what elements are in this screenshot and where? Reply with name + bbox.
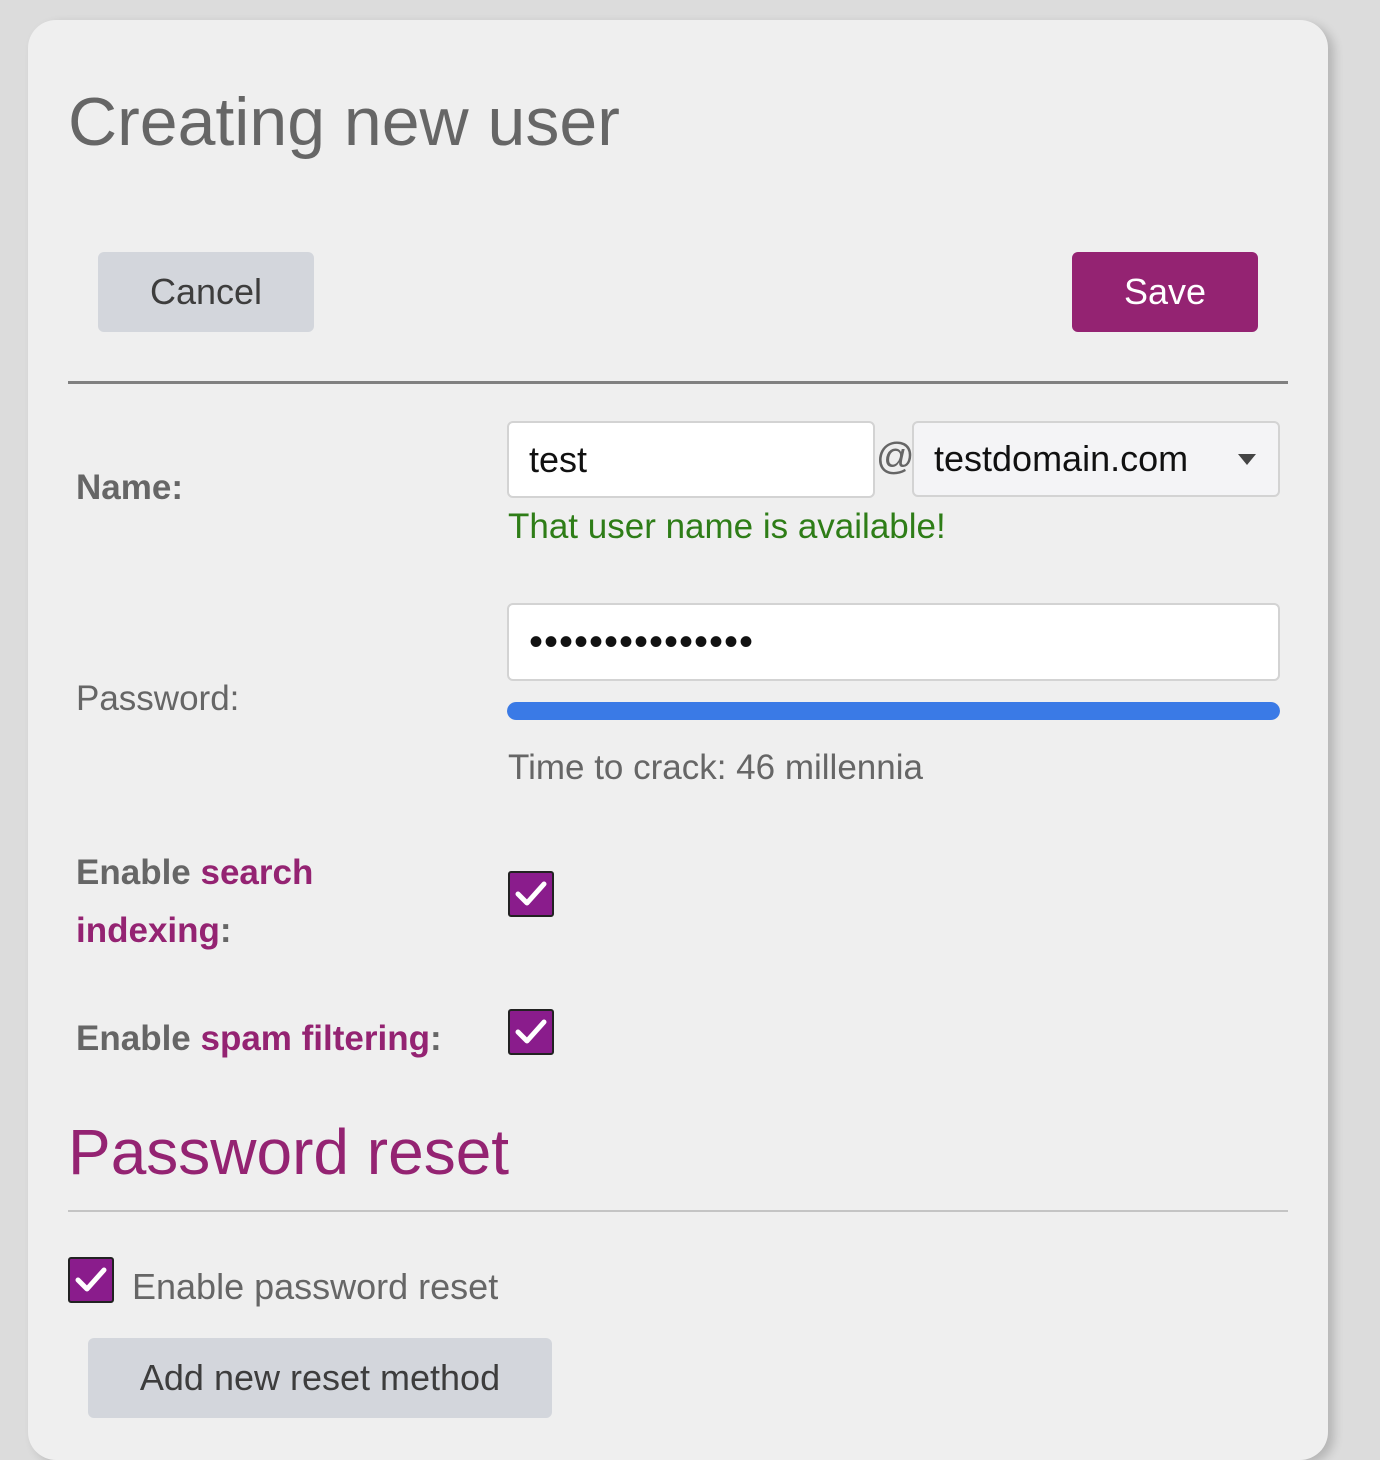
name-label: Name: [76,468,183,507]
checkmark-icon [515,1019,547,1044]
spam-filtering-checkbox[interactable] [508,1009,554,1055]
search-indexing-checkbox[interactable] [508,871,554,917]
cancel-button[interactable]: Cancel [98,252,314,332]
search-indexing-label-prefix: Enable [76,853,201,892]
password-reset-heading: Password reset [68,1116,510,1188]
save-button[interactable]: Save [1072,252,1258,332]
search-indexing-label: Enable search indexing: [76,844,406,960]
spam-filtering-label-accent: spam filtering [200,1019,430,1058]
caret-down-icon [1238,454,1256,465]
spam-filtering-label-prefix: Enable [76,1019,201,1058]
spam-filtering-label: Enable spam filtering: [76,1010,442,1068]
password-input[interactable] [507,603,1280,681]
username-input[interactable] [507,421,875,498]
spam-filtering-label-suffix: : [429,1019,442,1058]
domain-select-value: testdomain.com [934,438,1189,479]
checkmark-icon [515,881,547,906]
enable-password-reset-label[interactable]: Enable password reset [132,1266,498,1308]
header-divider [68,381,1288,384]
username-availability-message: That user name is available! [508,507,946,546]
page-title: Creating new user [68,84,620,160]
password-strength-meter [507,702,1280,720]
domain-select[interactable]: testdomain.com [912,421,1280,497]
password-label: Password: [76,679,240,718]
crack-time-text: Time to crack: 46 millennia [508,748,923,787]
password-strength-fill [507,702,1280,720]
enable-password-reset-checkbox[interactable] [68,1257,114,1303]
create-user-card [28,20,1328,1460]
section-divider [68,1210,1288,1212]
search-indexing-label-suffix: : [219,911,232,950]
checkmark-icon [75,1267,107,1292]
search-indexing-label-accent-2: indexing [76,911,220,950]
add-reset-method-button[interactable]: Add new reset method [88,1338,552,1418]
at-sign: @ [876,436,915,478]
search-indexing-label-accent-1: search [200,853,314,892]
